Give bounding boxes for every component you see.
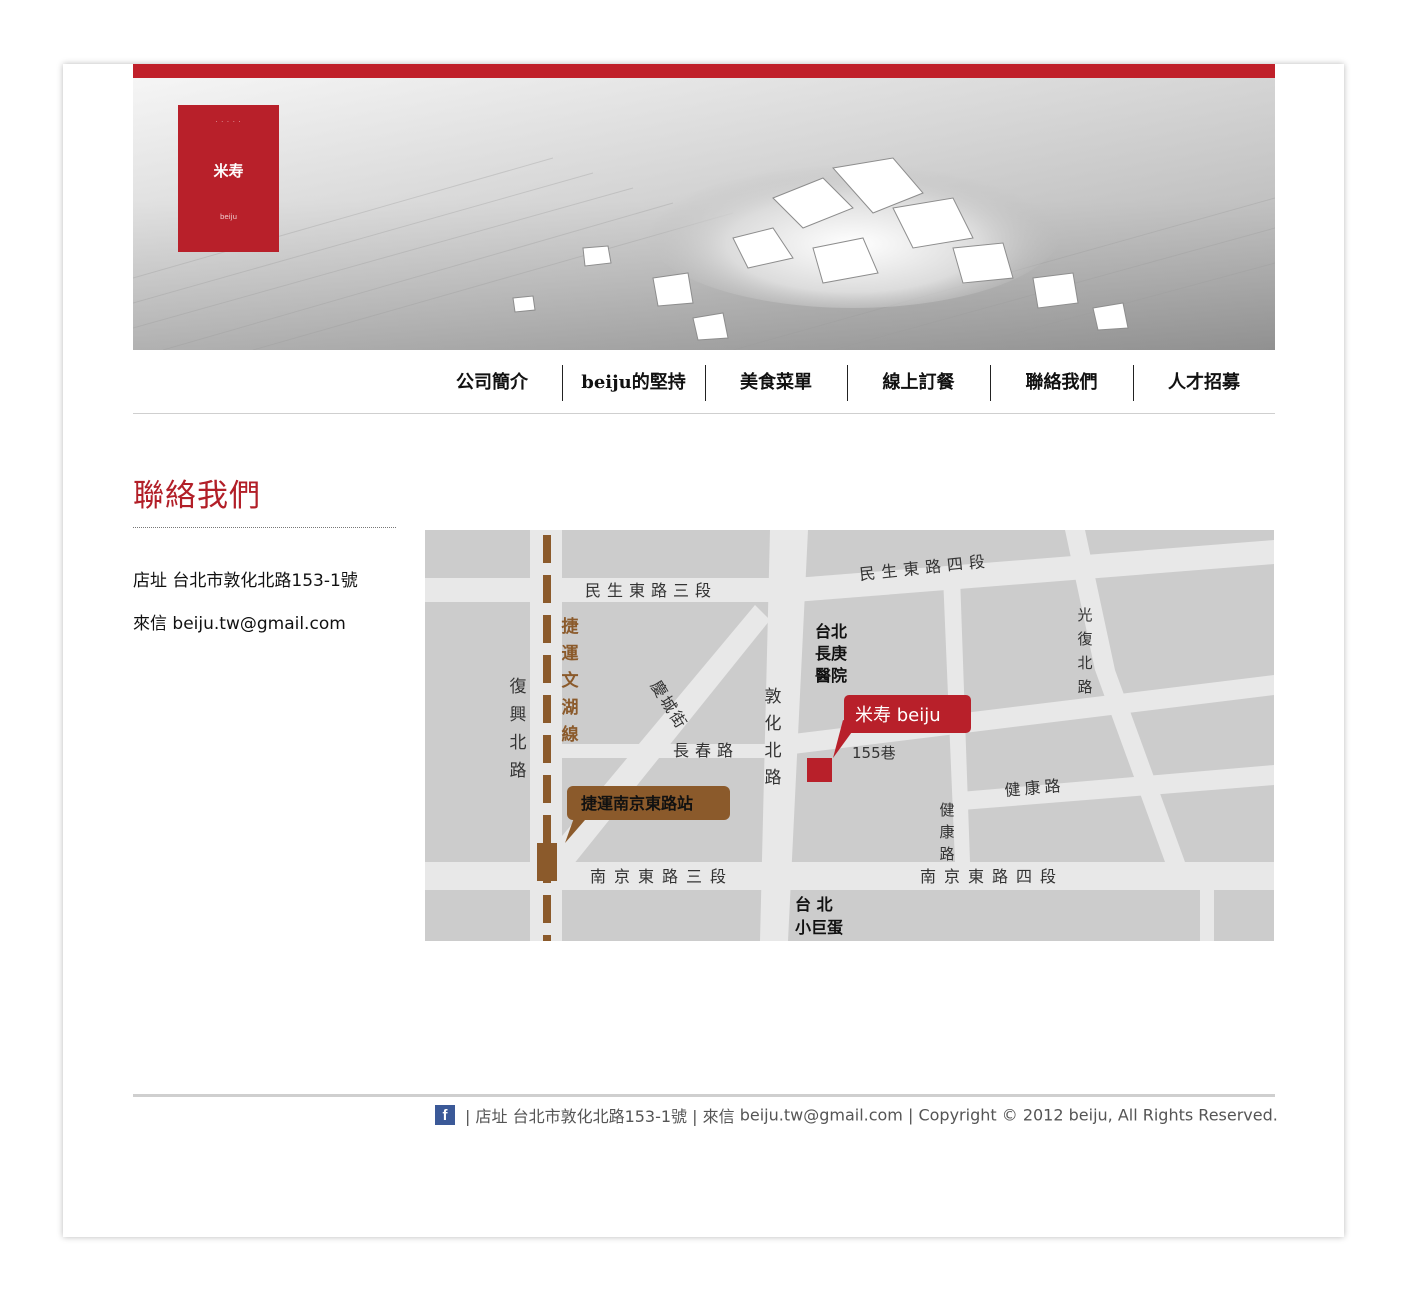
nav-item-contact[interactable]: 聯絡我們	[990, 365, 1133, 401]
nav-item-commitment[interactable]: beiju的堅持	[562, 365, 705, 401]
logo-dots: · · · · ·	[215, 119, 242, 126]
nav-item-careers[interactable]: 人才招募	[1133, 365, 1275, 401]
facebook-icon[interactable]: f	[435, 1105, 455, 1125]
nav-item-menu[interactable]: 美食菜單	[705, 365, 847, 401]
footer-email-link[interactable]: beiju.tw@gmail.com	[740, 1106, 903, 1125]
store-email[interactable]: 來信 beiju.tw@gmail.com	[133, 609, 346, 634]
main-navigation: 公司簡介 beiju的堅持 美食菜單 線上訂餐 聯絡我們 人才招募	[420, 365, 1275, 401]
arena-label: 台 北	[795, 895, 833, 914]
page-title: 聯絡我們	[133, 478, 261, 514]
road-label: 南京東路四段	[920, 867, 1064, 886]
header-accent-bar	[133, 64, 1275, 78]
store-address: 店址 台北市敦化北路153-1號	[133, 571, 358, 591]
brand-logo[interactable]: · · · · · 米寿 beiju	[178, 105, 279, 252]
road-label: 南京東路三段	[590, 867, 734, 886]
footer-copyright: | Copyright © 2012 beiju, All Rights Res…	[907, 1105, 1278, 1125]
header-banner-image	[133, 78, 1275, 350]
footer-divider	[133, 1094, 1275, 1097]
title-divider	[133, 527, 396, 528]
hospital-label: 台北長庚醫院	[815, 622, 847, 685]
nav-divider	[133, 413, 1275, 414]
store-map-label: 米寿 beiju	[855, 705, 941, 726]
mrt-station-marker	[537, 843, 557, 881]
logo-name: 米寿	[213, 162, 244, 180]
nav-item-about[interactable]: 公司簡介	[432, 365, 552, 401]
logo-small-text: beiju	[219, 213, 238, 221]
store-location-marker	[807, 758, 832, 782]
footer-address: | 店址 台北市敦化北路153-1號 | 來信	[465, 1107, 735, 1126]
arena-label: 小巨蛋	[795, 918, 843, 937]
street-map: 民生東路三段 民生東路四段 長春路 155巷 健康路 南京東路三段 南京東路四段…	[425, 530, 1274, 941]
road-label: 長春路	[673, 741, 739, 760]
location-map: 民生東路三段 民生東路四段 長春路 155巷 健康路 南京東路三段 南京東路四段…	[425, 530, 1274, 941]
mrt-line-label: 捷運文湖線	[562, 616, 580, 745]
salt-flakes-illustration	[133, 78, 1275, 350]
mrt-station-label: 捷運南京東路站	[581, 794, 693, 813]
road-label-vertical: 健康路	[939, 801, 954, 863]
road-label: 155巷	[852, 744, 896, 762]
nav-item-order-online[interactable]: 線上訂餐	[847, 365, 990, 401]
footer: f | 店址 台北市敦化北路153-1號 | 來信 beiju.tw@gmail.…	[435, 1103, 1278, 1129]
road-label: 民生東路三段	[585, 581, 717, 600]
